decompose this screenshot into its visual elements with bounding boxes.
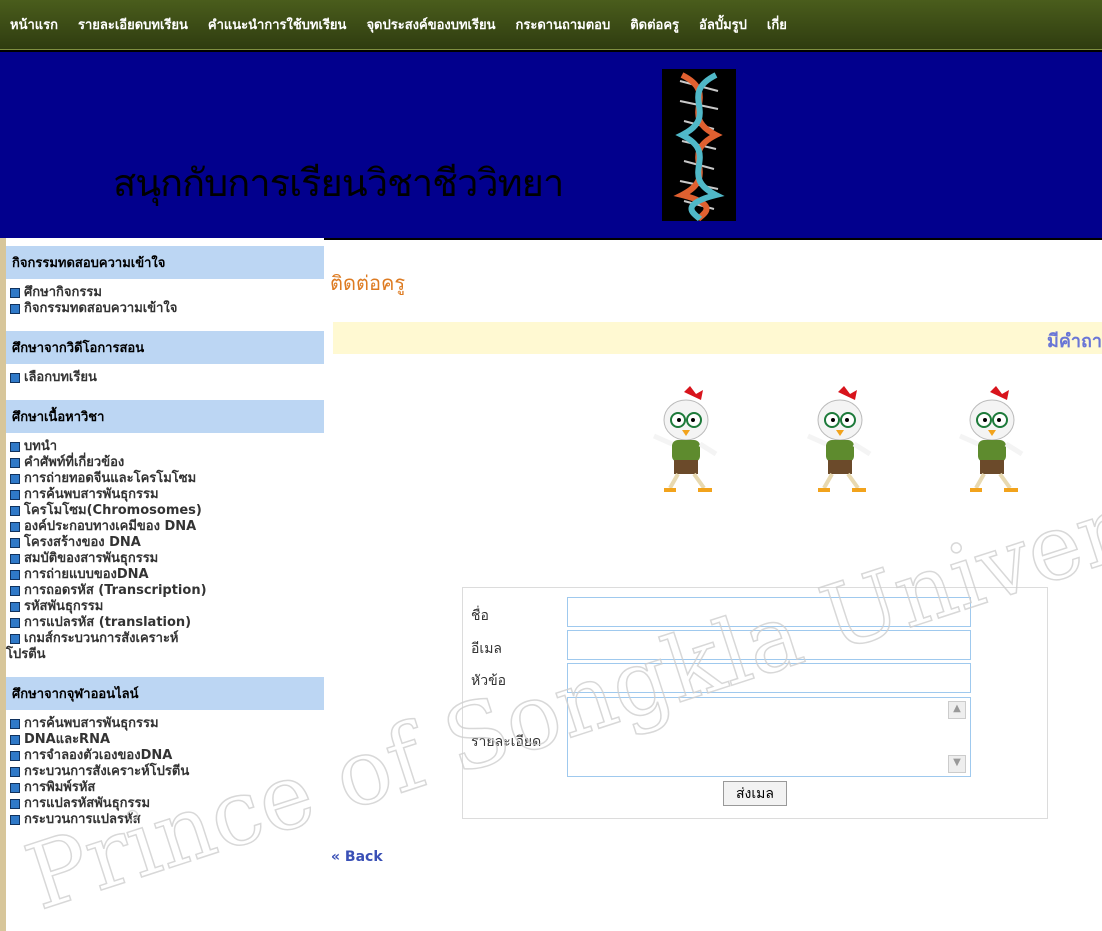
nav-about[interactable]: เกี่ย xyxy=(757,14,797,35)
sidebar-item[interactable]: การจำลองตัวเองของDNA xyxy=(6,748,324,764)
sidebar-item[interactable]: รหัสพันธุกรรม xyxy=(6,599,324,615)
chicken-cartoon-image xyxy=(652,386,718,492)
banner-title: สนุกกับการเรียนวิชาชีววิทยา xyxy=(113,161,564,205)
sidebar-header-chula-online: ศึกษาจากจุฬาออนไลน์ xyxy=(6,677,324,710)
contact-form: ชื่อ อีเมล หัวข้อ รายละเอียด ▲ ▼ ส่งเมล xyxy=(462,587,1048,819)
sidebar-item[interactable]: เลือกบทเรียน xyxy=(6,370,324,386)
marquee-bar: มีคำถา xyxy=(333,322,1102,354)
sidebar-item[interactable]: เกมส์กระบวนการสังเคราะห์ xyxy=(6,631,324,647)
sidebar-item[interactable]: การถอดรหัส (Transcription) xyxy=(6,583,324,599)
sidebar-item[interactable]: องค์ประกอบทางเคมีของ DNA xyxy=(6,519,324,535)
email-label: อีเมล xyxy=(471,641,503,657)
sidebar-item[interactable]: การแปลรหัส (translation) xyxy=(6,615,324,631)
dna-helix-image xyxy=(662,69,736,222)
sidebar-item[interactable]: กิจกรรมทดสอบความเข้าใจ xyxy=(6,301,324,317)
sidebar-item[interactable]: การพิมพ์รหัส xyxy=(6,780,324,796)
sidebar-item[interactable]: การถ่ายทอดจีนและโครโมโซม xyxy=(6,471,324,487)
sidebar-item[interactable]: การแปลรหัสพันธุกรรม xyxy=(6,796,324,812)
sidebar-item[interactable]: คำศัพท์ที่เกี่ยวข้อง xyxy=(6,455,324,471)
nav-contact-teacher[interactable]: ติดต่อครู xyxy=(620,14,689,35)
nav-usage-guide[interactable]: คำแนะนำการใช้บทเรียน xyxy=(198,14,357,35)
sidebar-item[interactable]: การถ่ายแบบของDNA xyxy=(6,567,324,583)
sidebar-item[interactable]: สมบัติของสารพันธุกรรม xyxy=(6,551,324,567)
sidebar-item[interactable]: การค้นพบสารพันธุกรรม xyxy=(6,716,324,732)
sidebar-item[interactable]: การค้นพบสารพันธุกรรม xyxy=(6,487,324,503)
nav-objectives[interactable]: จุดประสงค์ของบทเรียน xyxy=(356,14,505,35)
sidebar-item[interactable]: โครโมโซม(Chromosomes) xyxy=(6,503,324,519)
nav-photo-album[interactable]: อัลบั้มรูป xyxy=(689,14,757,35)
sidebar-item[interactable]: บทนำ xyxy=(6,439,324,455)
scroll-down-arrow-icon[interactable]: ▼ xyxy=(948,755,966,773)
nav-qa-board[interactable]: กระดานถามตอบ xyxy=(506,14,621,35)
chicken-cartoon-image xyxy=(958,386,1024,492)
sidebar-item[interactable]: ศึกษากิจกรรม xyxy=(6,285,324,301)
sidebar: กิจกรรมทดสอบความเข้าใจ ศึกษากิจกรรม กิจก… xyxy=(0,238,324,931)
details-label: รายละเอียด xyxy=(471,734,542,750)
name-label: ชื่อ xyxy=(471,608,489,624)
top-navigation: หน้าแรก รายละเอียดบทเรียน คำแนะนำการใช้บ… xyxy=(0,0,1102,50)
scroll-up-arrow-icon[interactable]: ▲ xyxy=(948,701,966,719)
sidebar-item[interactable]: DNAและRNA xyxy=(6,732,324,748)
subject-field[interactable] xyxy=(567,663,971,693)
nav-home[interactable]: หน้าแรก xyxy=(0,14,68,35)
sidebar-header-activities: กิจกรรมทดสอบความเข้าใจ xyxy=(6,246,324,279)
page-title: ติดต่อครู xyxy=(330,271,406,295)
chicken-cartoon-image xyxy=(806,386,872,492)
details-textarea[interactable]: ▲ ▼ xyxy=(567,697,971,777)
sidebar-item[interactable]: โครงสร้างของ DNA xyxy=(6,535,324,551)
site-banner: สนุกกับการเรียนวิชาชีววิทยา xyxy=(0,50,1102,240)
sidebar-header-content: ศึกษาเนื้อหาวิชา xyxy=(6,400,324,433)
name-field[interactable] xyxy=(567,597,971,627)
back-link[interactable]: « Back xyxy=(331,849,383,865)
sidebar-item[interactable]: กระบวนการสังเคราะห์โปรตีน xyxy=(6,764,324,780)
sidebar-header-video: ศึกษาจากวิดีโอการสอน xyxy=(6,331,324,364)
email-field[interactable] xyxy=(567,630,971,660)
send-mail-button[interactable]: ส่งเมล xyxy=(723,781,787,806)
subject-label: หัวข้อ xyxy=(471,673,507,689)
sidebar-item-continuation[interactable]: โปรตีน xyxy=(6,647,324,663)
marquee-text: มีคำถา xyxy=(1046,331,1102,352)
nav-lesson-details[interactable]: รายละเอียดบทเรียน xyxy=(68,14,198,35)
sidebar-item[interactable]: กระบวนการแปลรหัส xyxy=(6,812,324,828)
